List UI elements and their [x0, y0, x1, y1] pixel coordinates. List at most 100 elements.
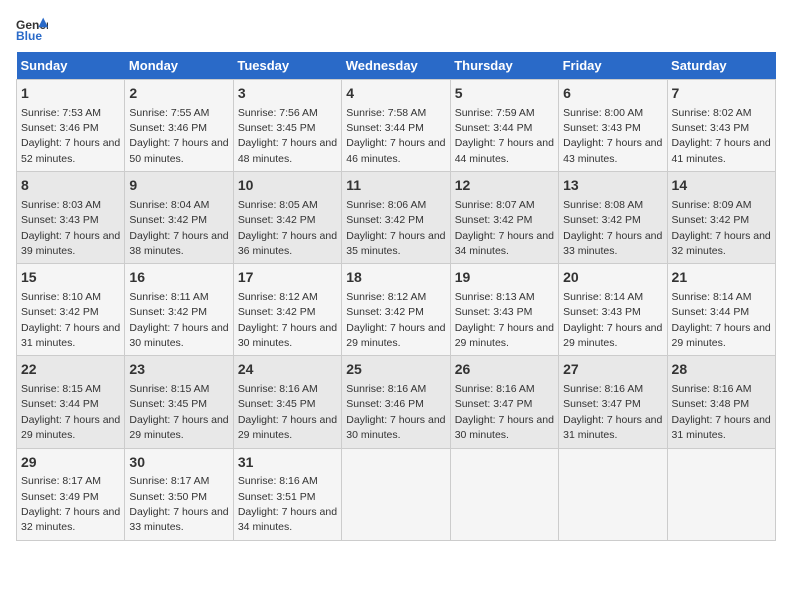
day-number: 12	[455, 176, 554, 196]
cell-text: Sunrise: 7:55 AMSunset: 3:46 PMDaylight:…	[129, 107, 228, 165]
calendar-cell: 31 Sunrise: 8:16 AMSunset: 3:51 PMDaylig…	[233, 448, 341, 540]
day-number: 17	[238, 268, 337, 288]
logo-icon: General Blue	[16, 16, 48, 44]
calendar-cell	[342, 448, 450, 540]
day-number: 27	[563, 360, 662, 380]
logo: General Blue	[16, 16, 48, 44]
cell-text: Sunrise: 7:56 AMSunset: 3:45 PMDaylight:…	[238, 107, 337, 165]
calendar-cell	[559, 448, 667, 540]
calendar-week-row: 8 Sunrise: 8:03 AMSunset: 3:43 PMDayligh…	[17, 172, 776, 264]
day-number: 19	[455, 268, 554, 288]
day-number: 5	[455, 84, 554, 104]
calendar-cell: 10 Sunrise: 8:05 AMSunset: 3:42 PMDaylig…	[233, 172, 341, 264]
day-number: 7	[672, 84, 771, 104]
calendar-cell	[450, 448, 558, 540]
cell-text: Sunrise: 8:06 AMSunset: 3:42 PMDaylight:…	[346, 199, 445, 257]
day-number: 29	[21, 453, 120, 473]
calendar-cell: 21 Sunrise: 8:14 AMSunset: 3:44 PMDaylig…	[667, 264, 775, 356]
calendar-cell: 3 Sunrise: 7:56 AMSunset: 3:45 PMDayligh…	[233, 80, 341, 172]
day-number: 23	[129, 360, 228, 380]
calendar-cell: 24 Sunrise: 8:16 AMSunset: 3:45 PMDaylig…	[233, 356, 341, 448]
calendar-cell: 4 Sunrise: 7:58 AMSunset: 3:44 PMDayligh…	[342, 80, 450, 172]
day-number: 16	[129, 268, 228, 288]
day-number: 9	[129, 176, 228, 196]
day-number: 28	[672, 360, 771, 380]
cell-text: Sunrise: 7:59 AMSunset: 3:44 PMDaylight:…	[455, 107, 554, 165]
cell-text: Sunrise: 8:09 AMSunset: 3:42 PMDaylight:…	[672, 199, 771, 257]
day-number: 18	[346, 268, 445, 288]
cell-text: Sunrise: 8:16 AMSunset: 3:46 PMDaylight:…	[346, 383, 445, 441]
calendar-table: SundayMondayTuesdayWednesdayThursdayFrid…	[16, 52, 776, 541]
cell-text: Sunrise: 8:10 AMSunset: 3:42 PMDaylight:…	[21, 291, 120, 349]
day-number: 14	[672, 176, 771, 196]
cell-text: Sunrise: 7:53 AMSunset: 3:46 PMDaylight:…	[21, 107, 120, 165]
day-number: 11	[346, 176, 445, 196]
day-number: 10	[238, 176, 337, 196]
calendar-cell: 27 Sunrise: 8:16 AMSunset: 3:47 PMDaylig…	[559, 356, 667, 448]
cell-text: Sunrise: 8:17 AMSunset: 3:49 PMDaylight:…	[21, 475, 120, 533]
day-header-wednesday: Wednesday	[342, 52, 450, 80]
cell-text: Sunrise: 8:12 AMSunset: 3:42 PMDaylight:…	[346, 291, 445, 349]
day-number: 13	[563, 176, 662, 196]
day-number: 20	[563, 268, 662, 288]
calendar-cell: 5 Sunrise: 7:59 AMSunset: 3:44 PMDayligh…	[450, 80, 558, 172]
cell-text: Sunrise: 8:05 AMSunset: 3:42 PMDaylight:…	[238, 199, 337, 257]
calendar-cell: 13 Sunrise: 8:08 AMSunset: 3:42 PMDaylig…	[559, 172, 667, 264]
day-header-saturday: Saturday	[667, 52, 775, 80]
cell-text: Sunrise: 8:08 AMSunset: 3:42 PMDaylight:…	[563, 199, 662, 257]
cell-text: Sunrise: 8:15 AMSunset: 3:44 PMDaylight:…	[21, 383, 120, 441]
calendar-week-row: 1 Sunrise: 7:53 AMSunset: 3:46 PMDayligh…	[17, 80, 776, 172]
calendar-cell: 26 Sunrise: 8:16 AMSunset: 3:47 PMDaylig…	[450, 356, 558, 448]
calendar-cell: 25 Sunrise: 8:16 AMSunset: 3:46 PMDaylig…	[342, 356, 450, 448]
calendar-cell: 23 Sunrise: 8:15 AMSunset: 3:45 PMDaylig…	[125, 356, 233, 448]
calendar-cell: 9 Sunrise: 8:04 AMSunset: 3:42 PMDayligh…	[125, 172, 233, 264]
svg-text:Blue: Blue	[16, 29, 42, 43]
day-number: 26	[455, 360, 554, 380]
cell-text: Sunrise: 8:07 AMSunset: 3:42 PMDaylight:…	[455, 199, 554, 257]
day-header-sunday: Sunday	[17, 52, 125, 80]
cell-text: Sunrise: 8:16 AMSunset: 3:45 PMDaylight:…	[238, 383, 337, 441]
cell-text: Sunrise: 8:02 AMSunset: 3:43 PMDaylight:…	[672, 107, 771, 165]
calendar-cell: 8 Sunrise: 8:03 AMSunset: 3:43 PMDayligh…	[17, 172, 125, 264]
day-number: 25	[346, 360, 445, 380]
cell-text: Sunrise: 8:04 AMSunset: 3:42 PMDaylight:…	[129, 199, 228, 257]
header: General Blue	[16, 16, 776, 44]
cell-text: Sunrise: 8:17 AMSunset: 3:50 PMDaylight:…	[129, 475, 228, 533]
cell-text: Sunrise: 8:14 AMSunset: 3:43 PMDaylight:…	[563, 291, 662, 349]
calendar-cell: 2 Sunrise: 7:55 AMSunset: 3:46 PMDayligh…	[125, 80, 233, 172]
day-header-friday: Friday	[559, 52, 667, 80]
calendar-cell: 20 Sunrise: 8:14 AMSunset: 3:43 PMDaylig…	[559, 264, 667, 356]
day-number: 2	[129, 84, 228, 104]
cell-text: Sunrise: 8:11 AMSunset: 3:42 PMDaylight:…	[129, 291, 228, 349]
cell-text: Sunrise: 8:16 AMSunset: 3:47 PMDaylight:…	[455, 383, 554, 441]
day-number: 30	[129, 453, 228, 473]
day-number: 31	[238, 453, 337, 473]
calendar-cell: 1 Sunrise: 7:53 AMSunset: 3:46 PMDayligh…	[17, 80, 125, 172]
day-header-tuesday: Tuesday	[233, 52, 341, 80]
day-number: 24	[238, 360, 337, 380]
calendar-cell: 18 Sunrise: 8:12 AMSunset: 3:42 PMDaylig…	[342, 264, 450, 356]
calendar-cell: 16 Sunrise: 8:11 AMSunset: 3:42 PMDaylig…	[125, 264, 233, 356]
day-number: 6	[563, 84, 662, 104]
calendar-cell	[667, 448, 775, 540]
day-number: 15	[21, 268, 120, 288]
cell-text: Sunrise: 8:13 AMSunset: 3:43 PMDaylight:…	[455, 291, 554, 349]
cell-text: Sunrise: 8:14 AMSunset: 3:44 PMDaylight:…	[672, 291, 771, 349]
calendar-week-row: 15 Sunrise: 8:10 AMSunset: 3:42 PMDaylig…	[17, 264, 776, 356]
cell-text: Sunrise: 8:15 AMSunset: 3:45 PMDaylight:…	[129, 383, 228, 441]
day-header-thursday: Thursday	[450, 52, 558, 80]
cell-text: Sunrise: 8:16 AMSunset: 3:48 PMDaylight:…	[672, 383, 771, 441]
cell-text: Sunrise: 8:16 AMSunset: 3:47 PMDaylight:…	[563, 383, 662, 441]
calendar-cell: 17 Sunrise: 8:12 AMSunset: 3:42 PMDaylig…	[233, 264, 341, 356]
day-number: 3	[238, 84, 337, 104]
calendar-cell: 11 Sunrise: 8:06 AMSunset: 3:42 PMDaylig…	[342, 172, 450, 264]
calendar-cell: 19 Sunrise: 8:13 AMSunset: 3:43 PMDaylig…	[450, 264, 558, 356]
calendar-cell: 30 Sunrise: 8:17 AMSunset: 3:50 PMDaylig…	[125, 448, 233, 540]
calendar-week-row: 29 Sunrise: 8:17 AMSunset: 3:49 PMDaylig…	[17, 448, 776, 540]
day-number: 1	[21, 84, 120, 104]
calendar-cell: 6 Sunrise: 8:00 AMSunset: 3:43 PMDayligh…	[559, 80, 667, 172]
cell-text: Sunrise: 8:03 AMSunset: 3:43 PMDaylight:…	[21, 199, 120, 257]
calendar-cell: 7 Sunrise: 8:02 AMSunset: 3:43 PMDayligh…	[667, 80, 775, 172]
day-number: 21	[672, 268, 771, 288]
cell-text: Sunrise: 7:58 AMSunset: 3:44 PMDaylight:…	[346, 107, 445, 165]
